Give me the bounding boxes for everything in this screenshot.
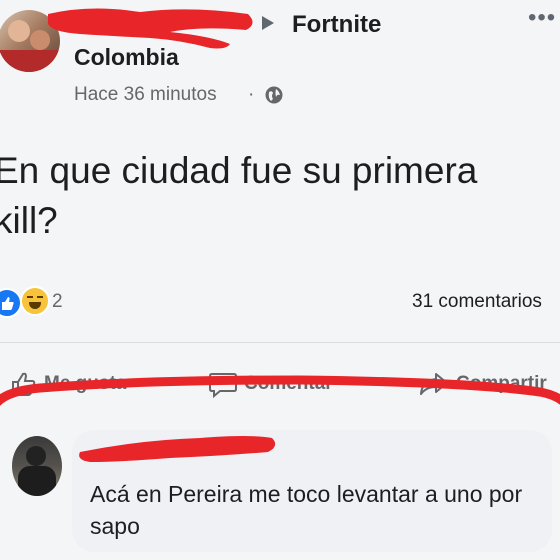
share-icon [420, 373, 448, 395]
post-text-line: En que ciudad fue su primera [0, 150, 478, 191]
comment-icon [209, 373, 237, 399]
like-label: Me gusta [44, 373, 127, 394]
comment-count-link[interactable]: 31 comentarios [412, 291, 542, 313]
like-reaction-icon[interactable] [0, 288, 22, 318]
post-timestamp[interactable]: Hace 36 minutos [74, 84, 217, 106]
globe-icon [265, 86, 283, 104]
meta-separator: · [248, 84, 255, 105]
more-icon[interactable]: ••• [528, 4, 556, 32]
author-location[interactable]: Colombia [74, 44, 179, 71]
group-name-link[interactable]: Fortnite [292, 11, 381, 39]
post-text-line: kill? [0, 200, 58, 241]
page-avatar[interactable] [0, 10, 60, 72]
comment-button[interactable]: Comentar [208, 370, 333, 399]
thumbs-up-icon [12, 372, 36, 396]
like-button[interactable]: Me gusta [10, 370, 126, 398]
facebook-post: Fortnite Colombia ••• Hace 36 minutos · … [0, 0, 560, 560]
comment-label: Comentar [244, 373, 333, 394]
divider [0, 342, 560, 343]
post-body: En que ciudad fue su primera kill? [0, 146, 560, 246]
share-button[interactable]: Compartir [418, 370, 547, 398]
reaction-count[interactable]: 2 [52, 291, 63, 313]
commenter-avatar[interactable] [12, 436, 62, 496]
name-redaction [48, 8, 253, 49]
comment-text: Acá en Pereira me toco levantar a uno po… [90, 481, 523, 539]
haha-reaction-icon[interactable] [20, 286, 50, 316]
arrow-right-icon [262, 16, 274, 30]
share-label: Compartir [456, 373, 547, 394]
